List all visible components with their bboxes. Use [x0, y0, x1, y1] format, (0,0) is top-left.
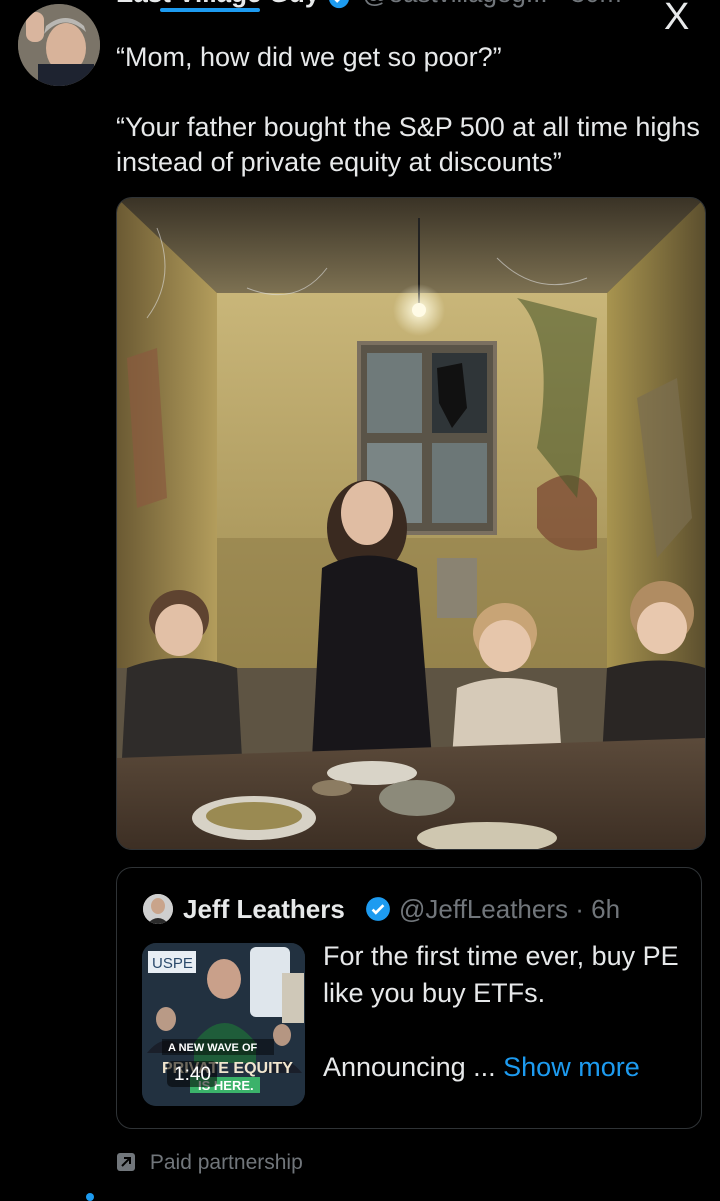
quoted-author-avatar[interactable] [143, 894, 173, 924]
verified-badge-icon [328, 0, 349, 8]
show-more-link[interactable]: Show more [503, 1052, 640, 1082]
avatar-image [18, 4, 100, 86]
quoted-text-line-2: Announcing ... Show more [323, 1049, 693, 1086]
quoted-tweet-card[interactable]: Jeff Leathers @JeffLeathers · 6h USPE A … [116, 867, 702, 1129]
tweet-line-1: “Mom, how did we get so poor?” [116, 42, 502, 72]
quoted-video-thumbnail[interactable]: USPE A NEW WAVE OF PRIVATE EQUITY IS HER… [142, 943, 305, 1106]
tweet-body: “Mom, how did we get so poor?” “Your fat… [116, 40, 706, 180]
quoted-tweet-body: For the first time ever, buy PE like you… [323, 938, 693, 1086]
paid-partnership-icon [117, 1153, 135, 1171]
tweet-line-2: “Your father bought the S&P 500 at all t… [116, 112, 700, 177]
tweet-image[interactable] [116, 197, 706, 850]
quoted-author-handle[interactable]: @JeffLeathers · 6h [399, 894, 620, 925]
verified-badge-icon [366, 897, 390, 921]
quoted-avatar-image [143, 894, 173, 924]
quoted-text-announcing: Announcing ... [323, 1052, 496, 1082]
video-duration: 1:40 [174, 1064, 211, 1085]
thumb-headline-1: A NEW WAVE OF [168, 1042, 258, 1054]
progress-indicator [160, 8, 260, 12]
thumb-sign-text: USPE [152, 955, 193, 972]
author-handle[interactable]: @eastvillageg... · 30m [362, 0, 621, 8]
author-avatar[interactable] [18, 4, 100, 86]
video-thumbnail-art: USPE A NEW WAVE OF PRIVATE EQUITY IS HER… [142, 943, 305, 1106]
quoted-author-name[interactable]: Jeff Leathers [183, 894, 345, 925]
paid-partnership-text: Paid partnership [149, 1151, 303, 1174]
author-name[interactable]: East Village Guy [116, 0, 319, 8]
quoted-text-line-1: For the first time ever, buy PE like you… [323, 941, 679, 1008]
dilapidated-room-illustration [117, 198, 705, 849]
close-label: X [664, 0, 690, 38]
paid-partnership-label: Paid partnership [116, 1151, 303, 1175]
close-icon[interactable]: X [664, 0, 689, 36]
